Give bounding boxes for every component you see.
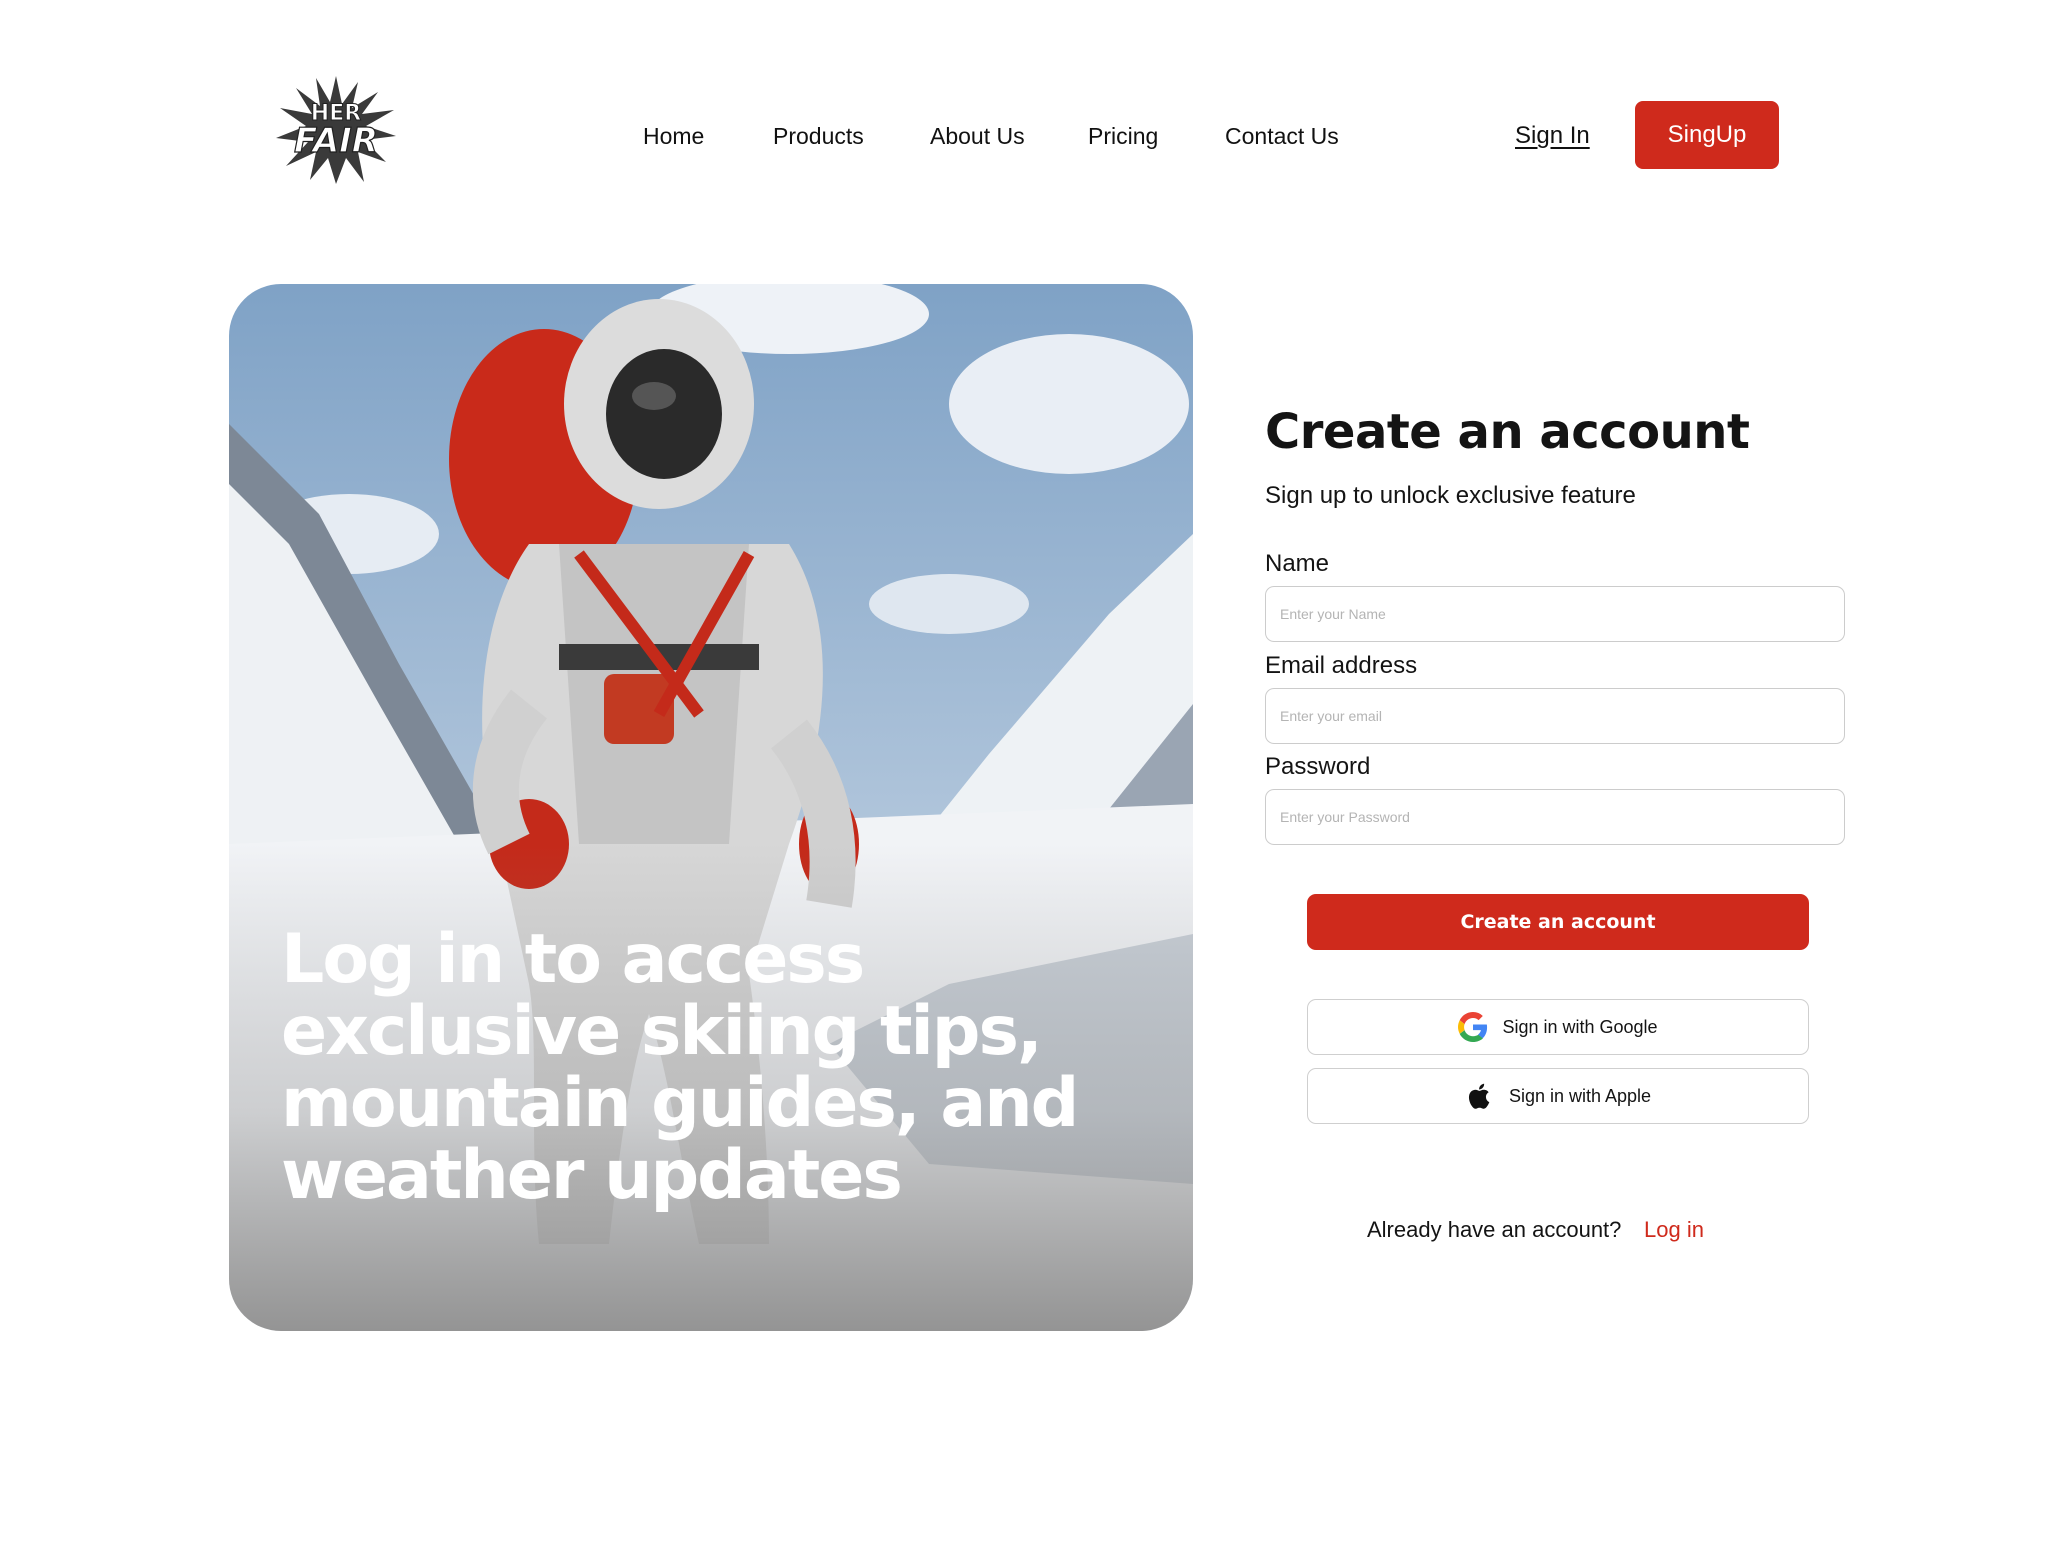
apple-button-label: Sign in with Apple <box>1508 1085 1652 1106</box>
hero-headline: Log in to access exclusive skiing tips, … <box>281 920 1079 1215</box>
create-account-button[interactable]: Create an account <box>1307 894 1809 950</box>
google-icon <box>1458 1012 1488 1042</box>
name-label: Name <box>1265 550 1330 577</box>
nav-item-home[interactable]: Home <box>643 116 704 156</box>
email-label: Email address <box>1265 652 1418 679</box>
email-field[interactable] <box>1265 688 1845 744</box>
sign-in-link[interactable]: Sign In <box>1515 116 1590 156</box>
form-subtitle: Sign up to unlock exclusive feature <box>1265 482 1636 509</box>
apple-icon <box>1468 1083 1490 1109</box>
nav-item-about-us[interactable]: About Us <box>930 116 1025 156</box>
form-title: Create an account <box>1265 404 1750 460</box>
password-field[interactable] <box>1265 789 1845 845</box>
google-button-label: Sign in with Google <box>1502 1016 1658 1037</box>
sign-up-button[interactable]: SingUp <box>1635 101 1779 169</box>
login-prompt: Already have an account? Log in <box>0 1210 2062 1250</box>
log-in-link[interactable]: Log in <box>1644 1210 1704 1250</box>
name-field[interactable] <box>1265 586 1845 642</box>
brand-logo[interactable]: HER FAIR <box>274 74 398 186</box>
google-sign-in-button[interactable]: Sign in with Google <box>1307 999 1809 1055</box>
hero-card: Log in to access exclusive skiing tips, … <box>229 284 1193 1331</box>
nav-item-contact-us[interactable]: Contact Us <box>1225 116 1339 156</box>
password-label: Password <box>1265 753 1371 780</box>
logo-line-2: FAIR <box>294 121 378 161</box>
nav-item-products[interactable]: Products <box>773 116 864 156</box>
logo-mark: HER FAIR <box>276 76 396 184</box>
apple-sign-in-button[interactable]: Sign in with Apple <box>1307 1068 1809 1124</box>
already-have-account-text: Already have an account? <box>1367 1217 1622 1242</box>
nav-item-pricing[interactable]: Pricing <box>1088 116 1158 156</box>
